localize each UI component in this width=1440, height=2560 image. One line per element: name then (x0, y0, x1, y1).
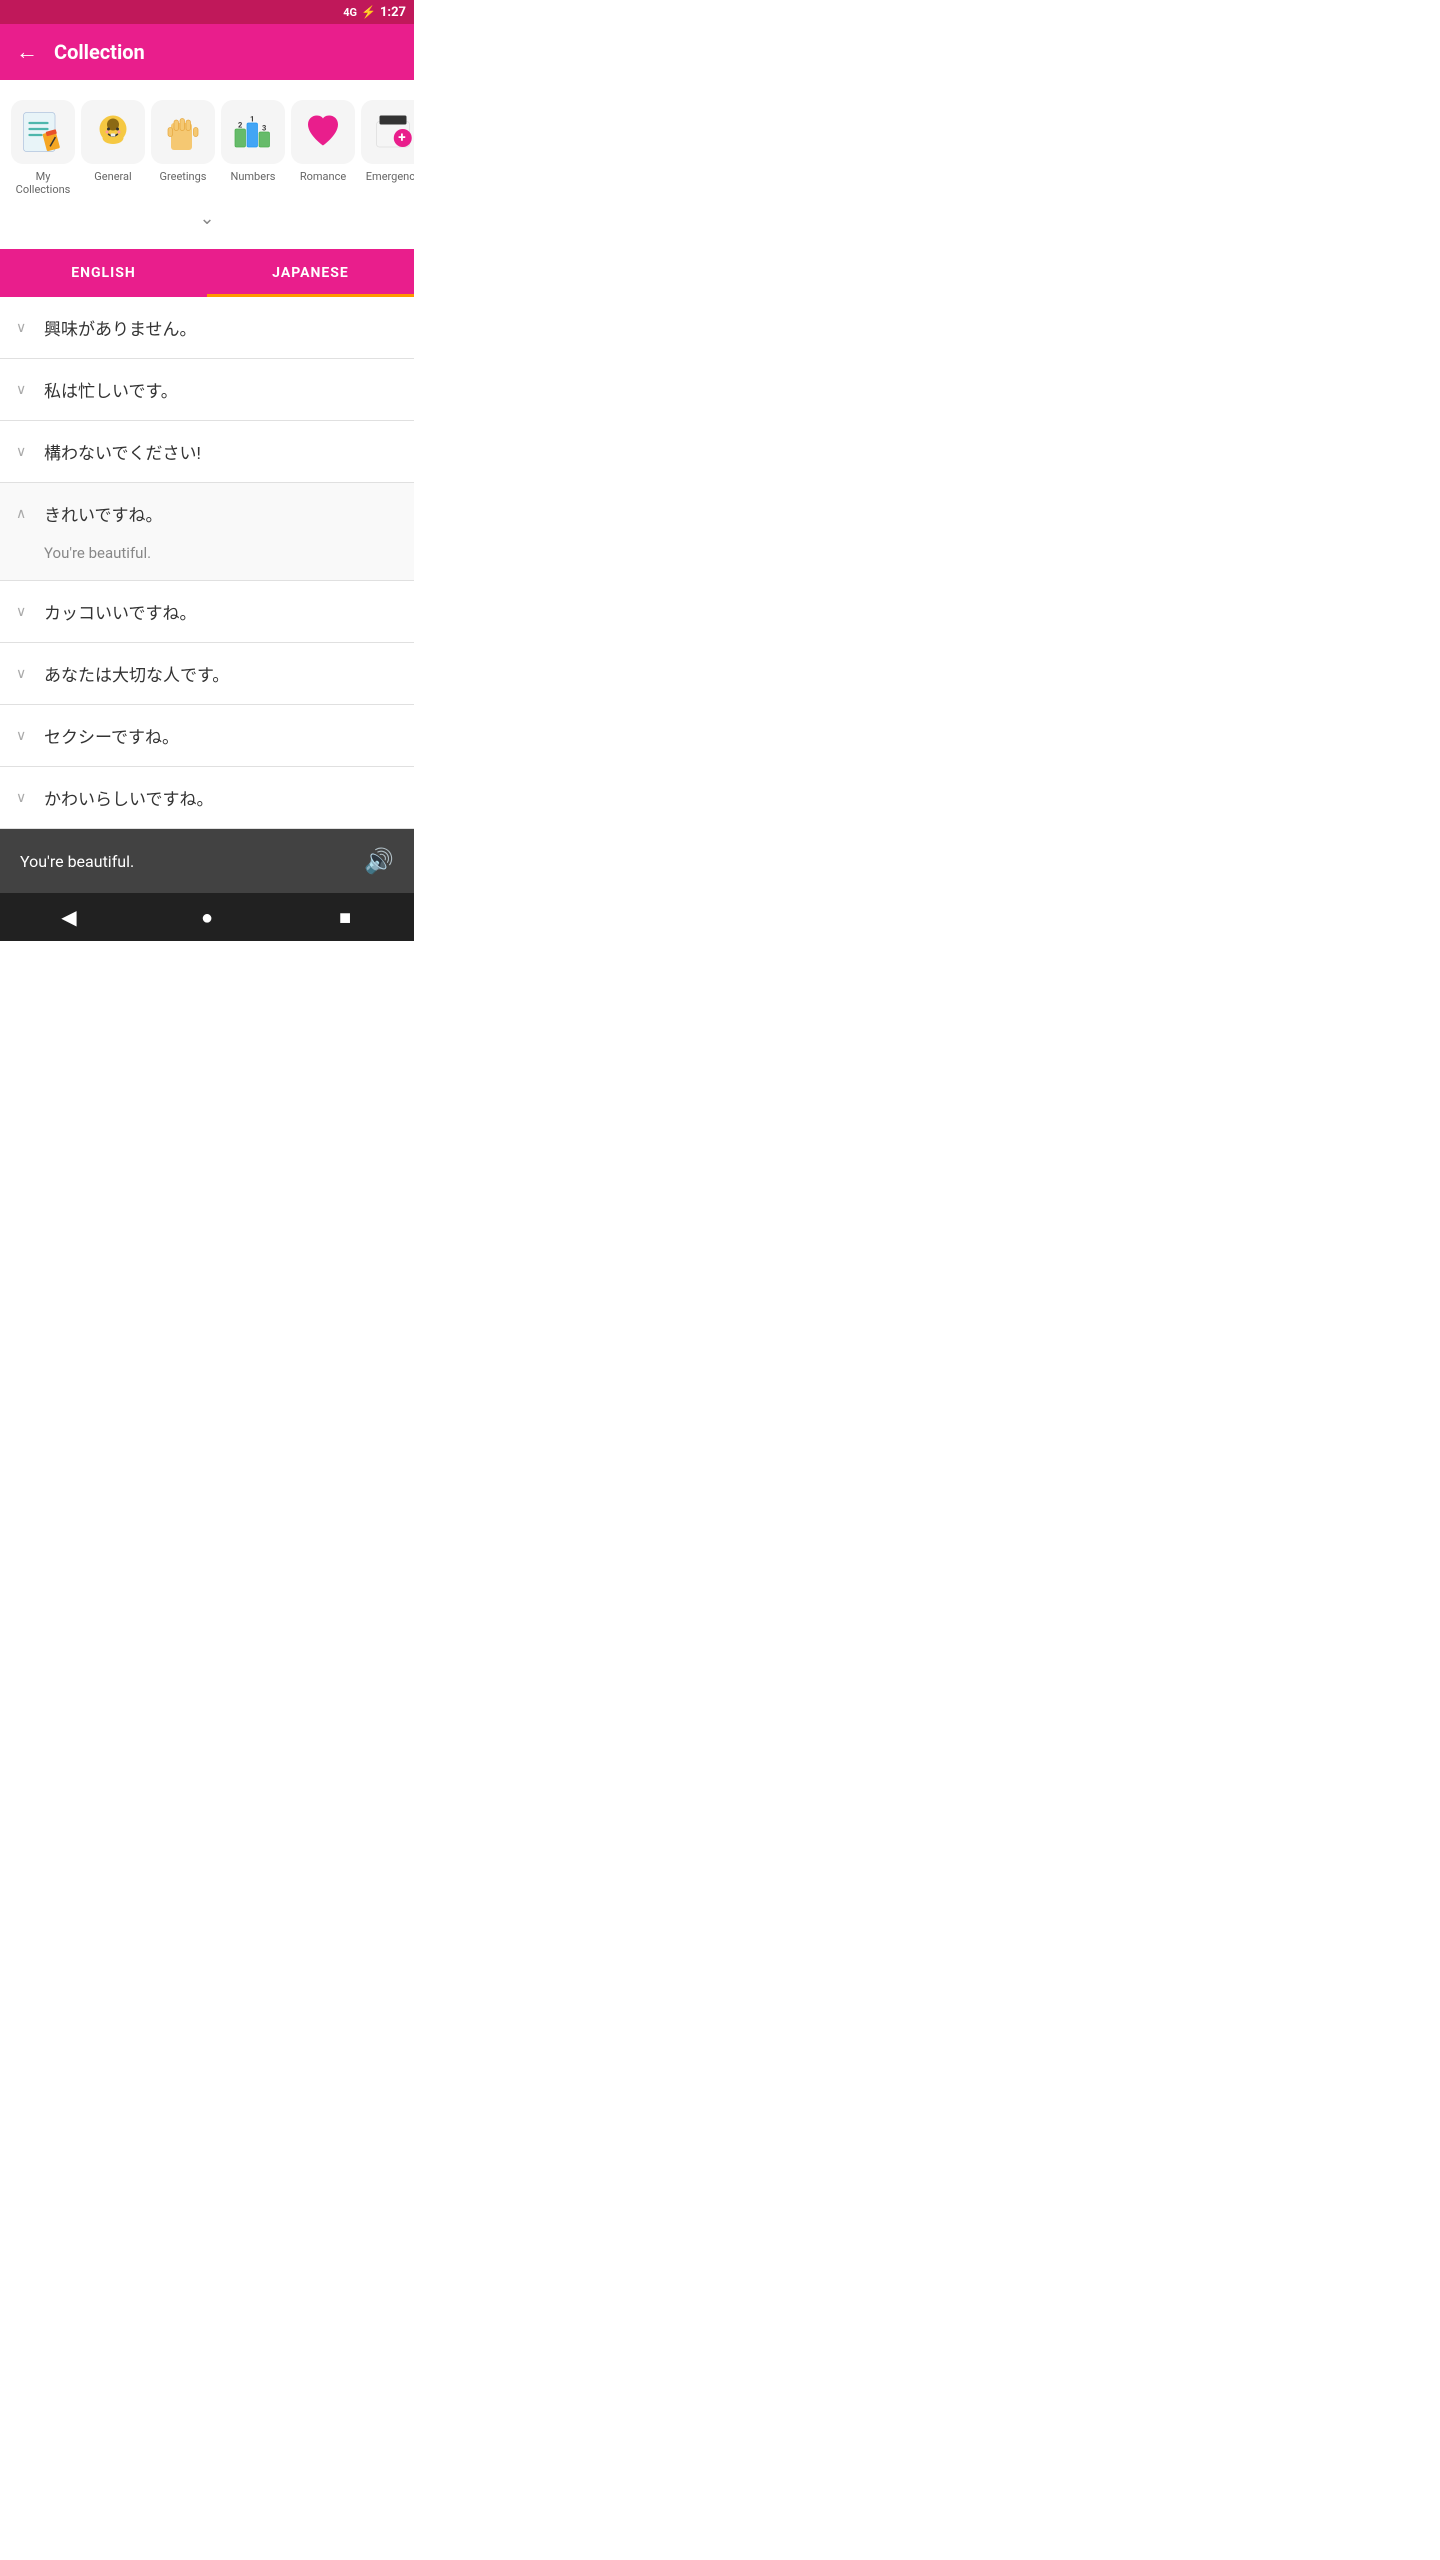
phrase-row[interactable]: ∨ 構わないでください! (0, 421, 414, 482)
phrase-chevron-icon: ∨ (16, 382, 32, 398)
phrase-item: ∧ きれいですね。 You're beautiful. (0, 483, 414, 581)
phrase-item: ∨ 構わないでください! (0, 421, 414, 483)
general-icon (81, 100, 145, 164)
phrase-chevron-icon: ∨ (16, 320, 32, 336)
header-title: Collection (54, 40, 145, 64)
phrase-chevron-icon: ∨ (16, 666, 32, 682)
phrase-row[interactable]: ∨ かわいらしいですね。 (0, 767, 414, 828)
phrase-row[interactable]: ∧ きれいですね。 (0, 483, 414, 544)
category-general[interactable]: General (78, 96, 148, 200)
audio-bar: You're beautiful. 🔊 (0, 829, 414, 893)
back-button[interactable]: ← (16, 39, 38, 65)
greetings-label: Greetings (160, 170, 207, 183)
time-text: 1:27 (380, 5, 406, 20)
phrase-japanese-text: 私は忙しいです。 (44, 377, 398, 402)
category-greetings[interactable]: Greetings (148, 96, 218, 200)
my-collections-label: My Collections (16, 170, 71, 196)
speaker-icon[interactable]: 🔊 (364, 847, 394, 875)
status-bar: 4G ⚡ 1:27 (0, 0, 414, 24)
emergency-icon: + (361, 100, 414, 164)
phrase-chevron-icon: ∨ (16, 790, 32, 806)
category-romance[interactable]: Romance (288, 96, 358, 200)
battery-icon: ⚡ (361, 5, 376, 19)
nav-bar: ◀ ● ■ (0, 893, 414, 941)
category-emergency[interactable]: + Emergency (358, 96, 414, 200)
phrase-item: ∨ 興味がありません。 (0, 297, 414, 359)
svg-text:2: 2 (238, 121, 243, 130)
phrase-japanese-text: きれいですね。 (44, 501, 398, 526)
expand-arrow[interactable]: ⌄ (0, 200, 414, 241)
back-nav-button[interactable]: ◀ (49, 897, 89, 937)
phrase-row[interactable]: ∨ カッコいいですね。 (0, 581, 414, 642)
phrase-item: ∨ カッコいいですね。 (0, 581, 414, 643)
svg-text:3: 3 (262, 124, 266, 133)
greetings-icon (151, 100, 215, 164)
category-my-collections[interactable]: My Collections (8, 96, 78, 200)
tab-bar: ENGLISH JAPANESE (0, 249, 414, 297)
svg-text:+: + (398, 130, 405, 146)
header: ← Collection (0, 24, 414, 80)
home-nav-button[interactable]: ● (187, 897, 227, 937)
tab-japanese[interactable]: JAPANESE (207, 249, 414, 297)
category-numbers[interactable]: 2 1 3 Numbers (218, 96, 288, 200)
categories-section: My Collections General Greetings 2 1 3 N… (0, 80, 414, 249)
phrase-row[interactable]: ∨ 私は忙しいです。 (0, 359, 414, 420)
signal-text: 4G (343, 6, 357, 19)
emergency-label: Emergency (366, 170, 414, 183)
phrase-japanese-text: 興味がありません。 (44, 315, 398, 340)
numbers-label: Numbers (231, 170, 276, 183)
phrase-japanese-text: 構わないでください! (44, 439, 398, 464)
my-collections-icon (11, 100, 75, 164)
phrase-english-text: You're beautiful. (0, 544, 414, 580)
status-icons: 4G ⚡ 1:27 (343, 5, 406, 20)
svg-text:1: 1 (250, 115, 254, 124)
phrase-chevron-icon: ∨ (16, 604, 32, 620)
phrase-japanese-text: セクシーですね。 (44, 723, 398, 748)
phrase-chevron-icon: ∨ (16, 444, 32, 460)
general-label: General (94, 170, 131, 183)
phrase-row[interactable]: ∨ 興味がありません。 (0, 297, 414, 358)
phrase-japanese-text: あなたは大切な人です。 (44, 661, 398, 686)
romance-label: Romance (300, 170, 346, 183)
phrase-item: ∨ 私は忙しいです。 (0, 359, 414, 421)
recent-nav-button[interactable]: ■ (325, 897, 365, 937)
audio-text: You're beautiful. (20, 852, 134, 871)
phrase-row[interactable]: ∨ あなたは大切な人です。 (0, 643, 414, 704)
numbers-icon: 2 1 3 (221, 100, 285, 164)
phrase-chevron-icon: ∨ (16, 728, 32, 744)
phrase-japanese-text: カッコいいですね。 (44, 599, 398, 624)
phrase-list: ∨ 興味がありません。 ∨ 私は忙しいです。 ∨ 構わないでください! ∧ きれいですね。 Yo… (0, 297, 414, 829)
tab-english[interactable]: ENGLISH (0, 249, 207, 297)
phrase-chevron-icon: ∧ (16, 506, 32, 522)
categories-scroll: My Collections General Greetings 2 1 3 N… (0, 96, 414, 200)
phrase-item: ∨ かわいらしいですね。 (0, 767, 414, 829)
phrase-row[interactable]: ∨ セクシーですね。 (0, 705, 414, 766)
phrase-item: ∨ セクシーですね。 (0, 705, 414, 767)
phrase-item: ∨ あなたは大切な人です。 (0, 643, 414, 705)
romance-icon (291, 100, 355, 164)
phrase-japanese-text: かわいらしいですね。 (44, 785, 398, 810)
